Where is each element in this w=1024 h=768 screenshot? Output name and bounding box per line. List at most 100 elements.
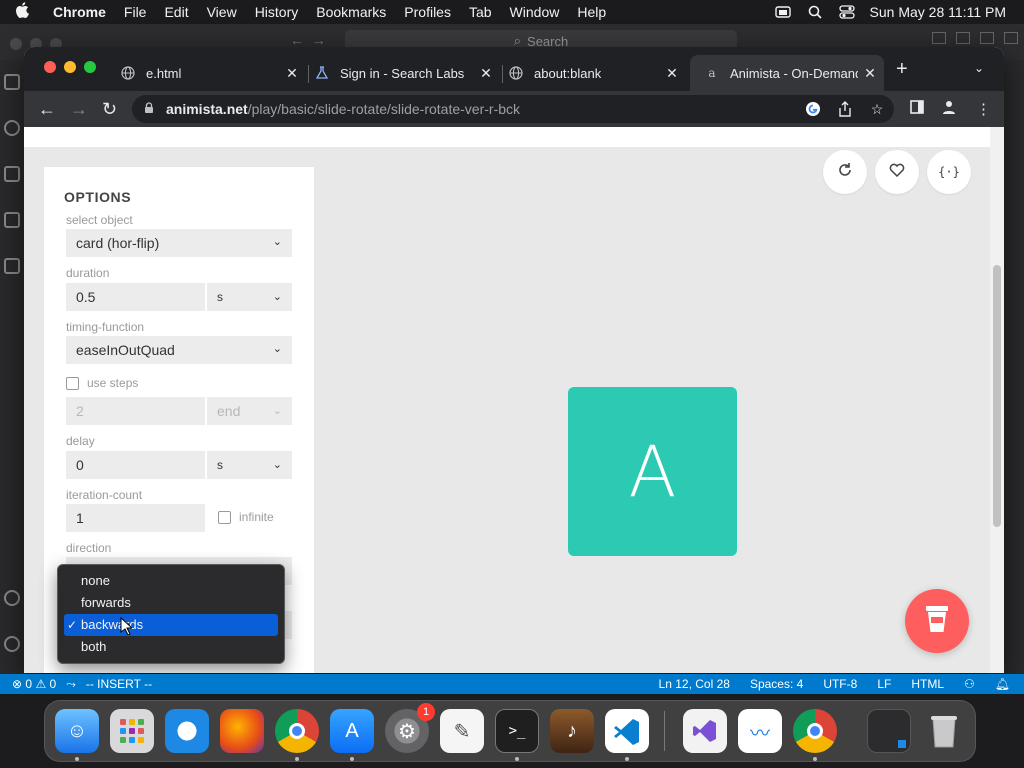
buy-me-coffee-button[interactable] <box>905 589 969 653</box>
minimize-window-button[interactable] <box>64 61 76 73</box>
indentation[interactable]: Spaces: 4 <box>750 677 803 691</box>
chrome-icon[interactable] <box>793 709 837 753</box>
tab-e-html[interactable]: e.html ✕ <box>120 55 306 91</box>
menu-edit[interactable]: Edit <box>155 4 197 20</box>
tab-about-blank[interactable]: about:blank ✕ <box>508 55 686 91</box>
close-window-button[interactable] <box>44 61 56 73</box>
generate-code-button[interactable]: {·} <box>927 150 971 194</box>
app-store-icon[interactable]: A <box>330 709 374 753</box>
menu-window[interactable]: Window <box>501 4 569 20</box>
menu-file[interactable]: File <box>115 4 156 20</box>
notifications-bell-icon[interactable]: 🔔︎ <box>995 677 1010 691</box>
menu-help[interactable]: Help <box>568 4 615 20</box>
menu-tab[interactable]: Tab <box>460 4 501 20</box>
search-icon[interactable] <box>4 120 20 136</box>
screen-mirroring-icon[interactable] <box>774 5 792 19</box>
trash-icon[interactable] <box>922 709 966 753</box>
source-control-icon[interactable] <box>4 166 20 182</box>
vscode-layout-controls[interactable] <box>932 32 1018 44</box>
forward-arrow-icon[interactable]: → <box>70 99 88 119</box>
terminal-icon[interactable]: >_ <box>495 709 539 753</box>
launchpad-icon[interactable] <box>110 709 154 753</box>
code-braces-icon: {·} <box>938 165 960 179</box>
menu-app-name[interactable]: Chrome <box>44 4 115 20</box>
favorite-button[interactable] <box>875 150 919 194</box>
freeform-icon[interactable]: 〰 <box>738 709 782 753</box>
share-icon[interactable] <box>836 100 854 118</box>
garageband-icon[interactable]: ♪ <box>550 709 594 753</box>
replay-button[interactable] <box>823 150 867 194</box>
iteration-count-input[interactable]: 1 <box>66 504 205 532</box>
explorer-icon[interactable] <box>4 74 20 90</box>
steps-input[interactable]: 2 <box>66 397 205 425</box>
side-panel-icon[interactable] <box>910 100 924 118</box>
select-object-dropdown[interactable]: card (hor-flip) ⌄ <box>66 229 292 257</box>
tab-animista[interactable]: a Animista - On-Demand ✕ <box>690 55 884 91</box>
spotlight-search-icon[interactable] <box>806 5 824 19</box>
back-arrow-icon[interactable]: ← <box>38 99 56 119</box>
profile-icon[interactable] <box>942 100 956 118</box>
close-tab-icon[interactable]: ✕ <box>284 65 300 81</box>
new-tab-plus-icon[interactable]: + <box>896 59 908 79</box>
option-none[interactable]: none <box>64 570 278 592</box>
live-share-icon[interactable]: ⤳ <box>66 677 76 692</box>
delay-input[interactable]: 0 <box>66 451 205 479</box>
control-center-icon[interactable] <box>838 5 856 19</box>
finder-icon[interactable]: ☺ <box>55 709 99 753</box>
screen-window-icon[interactable] <box>867 709 911 753</box>
lock-icon[interactable] <box>144 101 158 117</box>
url-host: animista.net <box>166 101 248 117</box>
page-scrollbar[interactable] <box>990 127 1004 673</box>
problems-indicator[interactable]: ⊗ 0 ⚠ 0 <box>12 677 56 691</box>
close-tab-icon[interactable]: ✕ <box>664 65 680 81</box>
chrome-icon[interactable] <box>275 709 319 753</box>
kebab-menu-icon[interactable]: ⋮ <box>976 100 991 118</box>
account-icon[interactable] <box>4 590 20 606</box>
checkbox-box[interactable] <box>218 510 231 524</box>
broadcast-icon[interactable]: ⚇ <box>964 677 975 691</box>
scrollbar-thumb[interactable] <box>993 265 1001 527</box>
reload-icon[interactable]: ↻ <box>102 99 117 119</box>
menu-profiles[interactable]: Profiles <box>395 4 460 20</box>
firefox-icon[interactable] <box>220 709 264 753</box>
use-steps-checkbox[interactable]: use steps <box>66 376 138 390</box>
page-header-strip <box>24 127 990 147</box>
chevron-down-icon: ⌄ <box>272 343 282 355</box>
menu-history[interactable]: History <box>246 4 308 20</box>
address-bar[interactable]: animista.net/play/basic/slide-rotate/sli… <box>132 95 894 123</box>
delay-unit-select[interactable]: s ⌄ <box>207 451 292 479</box>
google-lens-icon[interactable] <box>804 100 822 118</box>
visual-studio-icon[interactable] <box>683 709 727 753</box>
steps-mode-select[interactable]: end ⌄ <box>207 397 292 425</box>
end-of-line[interactable]: LF <box>877 677 891 691</box>
checkbox-box[interactable] <box>66 376 79 390</box>
close-tab-icon[interactable]: ✕ <box>862 65 878 81</box>
vscode-icon[interactable] <box>605 709 649 753</box>
safari-icon[interactable]: ✦ <box>165 709 209 753</box>
debug-icon[interactable] <box>4 212 20 228</box>
option-backwards[interactable]: ✓ backwards <box>64 614 278 636</box>
menu-bookmarks[interactable]: Bookmarks <box>307 4 395 20</box>
cursor-position[interactable]: Ln 12, Col 28 <box>659 677 730 691</box>
zoom-window-button[interactable] <box>84 61 96 73</box>
vscode-nav-arrows[interactable]: ← → <box>290 32 326 48</box>
tab-search-chevron-icon[interactable]: ⌄ <box>974 61 984 75</box>
textedit-icon[interactable]: ✎ <box>440 709 484 753</box>
infinite-checkbox[interactable]: infinite <box>218 510 274 524</box>
option-both[interactable]: both <box>64 636 278 658</box>
duration-input[interactable]: 0.5 <box>66 283 205 311</box>
system-preferences-icon[interactable]: ⚙ 1 <box>385 703 435 753</box>
encoding[interactable]: UTF-8 <box>823 677 857 691</box>
timing-function-dropdown[interactable]: easeInOutQuad ⌄ <box>66 336 292 364</box>
extensions-icon[interactable] <box>4 258 20 274</box>
close-tab-icon[interactable]: ✕ <box>478 65 494 81</box>
menu-view[interactable]: View <box>198 4 246 20</box>
menubar-clock[interactable]: Sun May 28 11:11 PM <box>870 4 1006 20</box>
language-mode[interactable]: HTML <box>911 677 944 691</box>
manage-gear-icon[interactable] <box>4 636 20 652</box>
apple-menu-icon[interactable] <box>0 2 44 22</box>
option-forwards[interactable]: forwards <box>64 592 278 614</box>
bookmark-star-icon[interactable]: ☆ <box>868 100 886 118</box>
duration-unit-select[interactable]: s ⌄ <box>207 283 292 311</box>
tab-sign-in-search-labs[interactable]: Sign in - Search Labs ✕ <box>314 55 500 91</box>
